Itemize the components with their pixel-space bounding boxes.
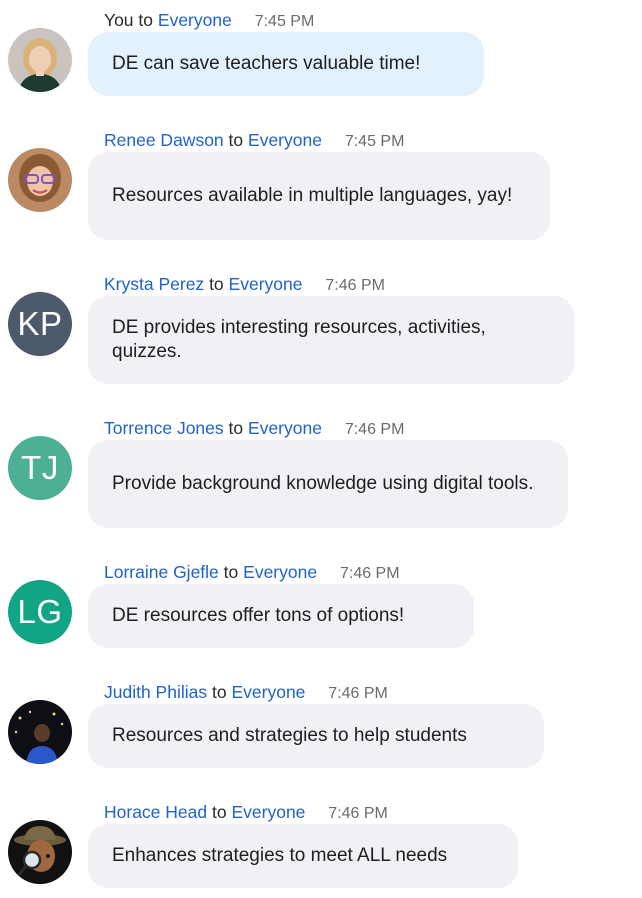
user-avatar-photo (8, 28, 72, 92)
message-header: Lorraine Gjefle to Everyone 7:46 PM (104, 560, 400, 584)
chat-message: LG Lorraine Gjefle to Everyone 7:46 PM D… (0, 560, 642, 656)
message-text: DE resources offer tons of options! (112, 605, 405, 626)
recipient-name[interactable]: Everyone (248, 418, 322, 438)
message-time: 7:46 PM (344, 421, 405, 438)
sender-name[interactable]: Torrence Jones (104, 418, 224, 438)
message-text: Enhances strategies to meet ALL needs (112, 845, 448, 866)
recipient-name[interactable]: Everyone (158, 10, 232, 30)
sender-name[interactable]: Krysta Perez (104, 274, 204, 294)
message-text: DE can save teachers valuable time! (112, 53, 421, 74)
to-label: to (228, 418, 244, 438)
message-time: 7:46 PM (328, 685, 388, 702)
to-label: to (228, 130, 244, 150)
message-time: 7:46 PM (339, 565, 400, 582)
recipient-name[interactable]: Everyone (231, 682, 305, 702)
to-label: to (209, 274, 224, 294)
message-time: 7:46 PM (325, 277, 385, 294)
chat-message: You to Everyone 7:45 PM DE can save teac… (0, 8, 642, 104)
sender-name[interactable]: Judith Philias (104, 682, 207, 702)
message-header: Horace Head to Everyone 7:46 PM (104, 800, 388, 824)
recipient-name[interactable]: Everyone (248, 130, 322, 150)
message-bubble: DE provides interesting resources, activ… (88, 296, 574, 384)
to-label: to (223, 562, 239, 582)
message-text: DE provides interesting resources, activ… (112, 317, 486, 362)
message-header: Judith Philias to Everyone 7:46 PM (104, 680, 388, 704)
sender-name[interactable]: Horace Head (104, 802, 207, 822)
chat-message: Judith Philias to Everyone 7:46 PM Resou… (0, 680, 642, 776)
message-time: 7:46 PM (328, 805, 388, 822)
recipient-name[interactable]: Everyone (243, 562, 317, 582)
message-bubble: Resources available in multiple language… (88, 152, 550, 240)
recipient-name[interactable]: Everyone (229, 274, 303, 294)
to-label: to (212, 802, 227, 822)
user-avatar-initials: TJ (8, 436, 72, 500)
sender-name[interactable]: Lorraine Gjefle (104, 562, 219, 582)
to-label: to (212, 682, 227, 702)
message-bubble: Resources and strategies to help student… (88, 704, 544, 768)
message-header: Renee Dawson to Everyone 7:45 PM (104, 128, 404, 152)
message-bubble: DE can save teachers valuable time! (88, 32, 484, 96)
to-label: to (138, 10, 154, 30)
user-avatar-initials: KP (8, 292, 72, 356)
user-avatar-photo (8, 148, 72, 212)
user-avatar-photo (8, 700, 72, 764)
sender-name: You (104, 10, 134, 30)
sender-name[interactable]: Renee Dawson (104, 130, 224, 150)
message-text: Resources and strategies to help student… (112, 725, 467, 746)
message-text: Provide background knowledge using digit… (112, 473, 534, 494)
message-time: 7:45 PM (344, 133, 405, 150)
user-avatar-initials: LG (8, 580, 72, 644)
chat-message-list: You to Everyone 7:45 PM DE can save teac… (0, 0, 642, 898)
message-header: You to Everyone 7:45 PM (104, 8, 314, 32)
chat-message: Renee Dawson to Everyone 7:45 PM Resourc… (0, 128, 642, 244)
message-text: Resources available in multiple language… (112, 185, 513, 206)
user-avatar-photo (8, 820, 72, 884)
message-bubble: Enhances strategies to meet ALL needs (88, 824, 518, 888)
message-header: Krysta Perez to Everyone 7:46 PM (104, 272, 385, 296)
chat-message: Horace Head to Everyone 7:46 PM Enhances… (0, 800, 642, 896)
message-bubble: Provide background knowledge using digit… (88, 440, 568, 528)
chat-message: KP Krysta Perez to Everyone 7:46 PM DE p… (0, 272, 642, 388)
message-bubble: DE resources offer tons of options! (88, 584, 474, 648)
recipient-name[interactable]: Everyone (231, 802, 305, 822)
message-header: Torrence Jones to Everyone 7:46 PM (104, 416, 404, 440)
chat-message: TJ Torrence Jones to Everyone 7:46 PM Pr… (0, 416, 642, 532)
message-time: 7:45 PM (254, 13, 315, 30)
